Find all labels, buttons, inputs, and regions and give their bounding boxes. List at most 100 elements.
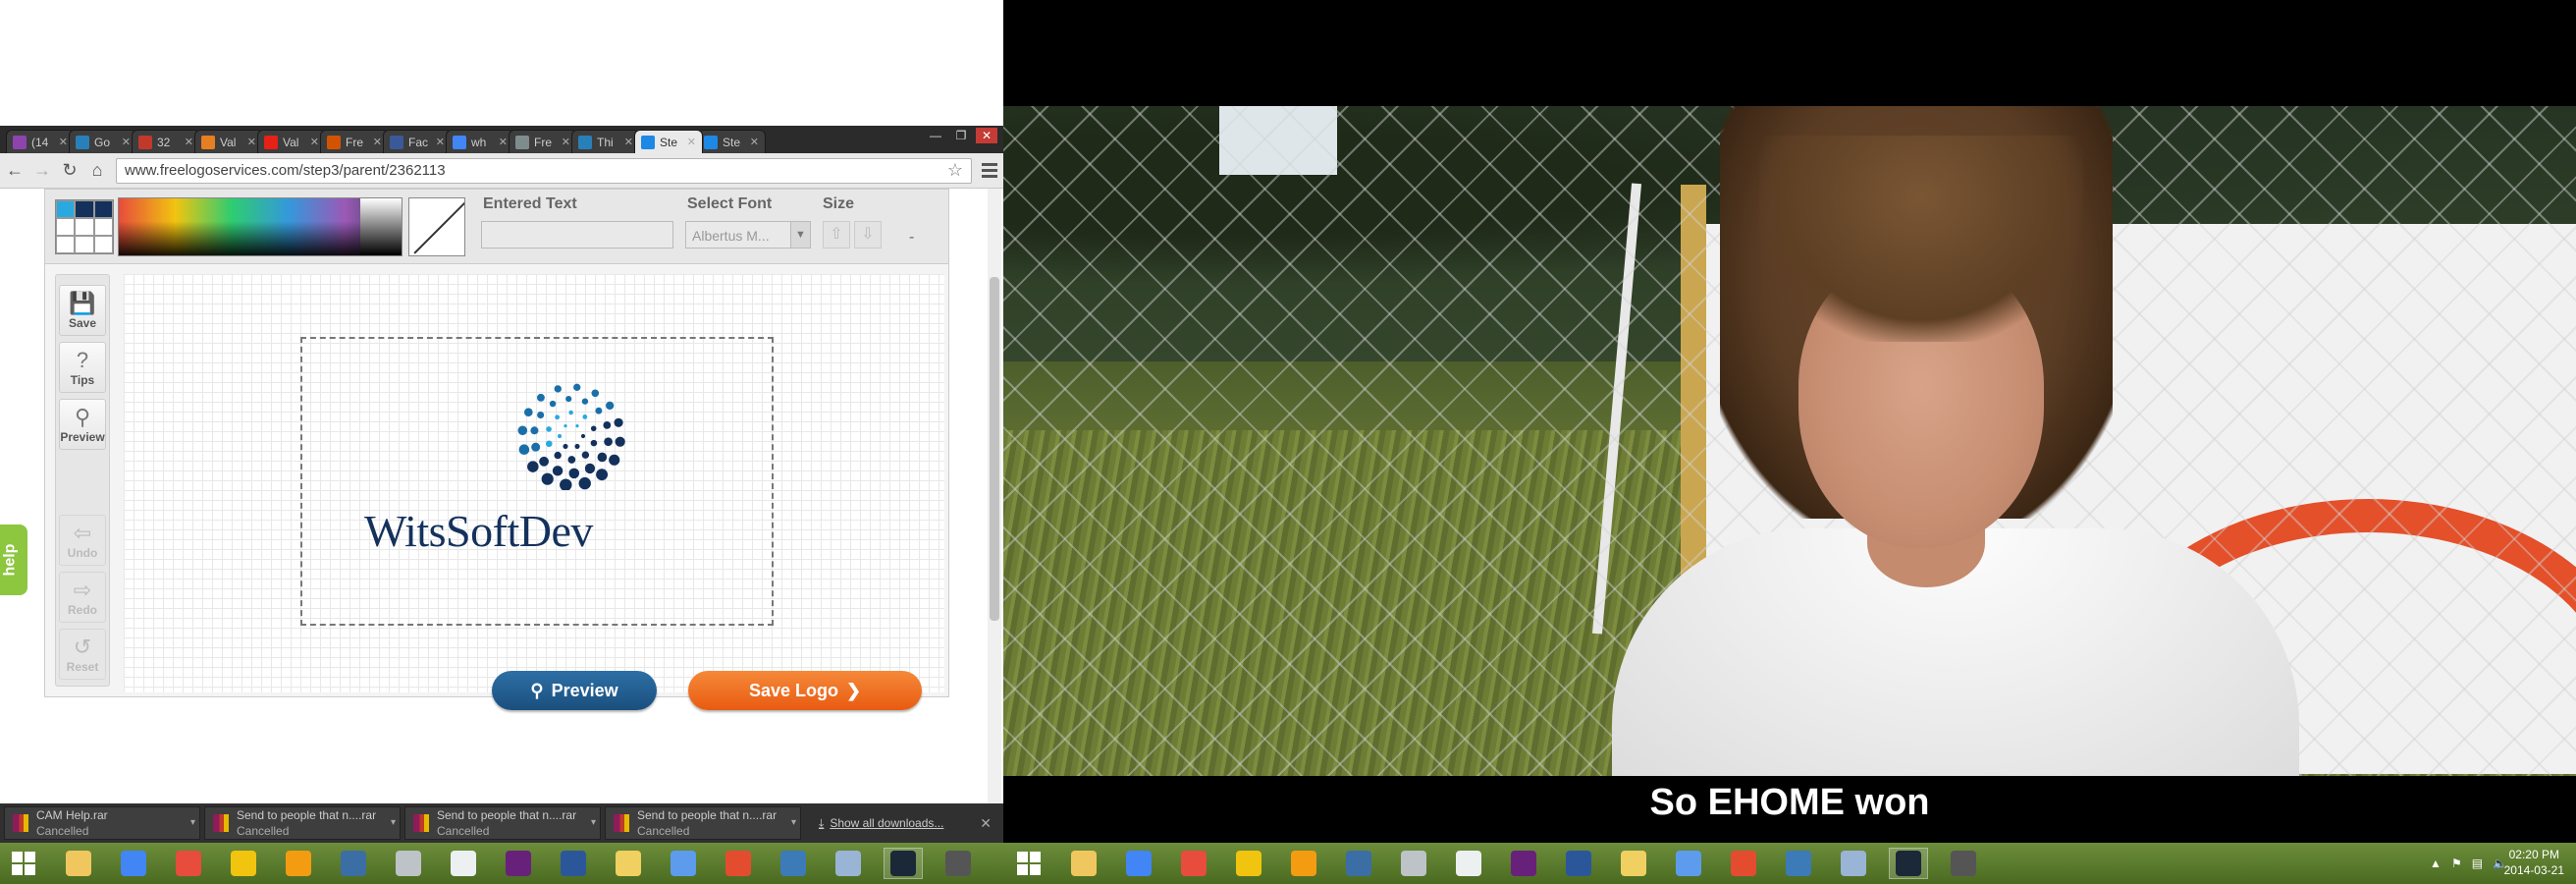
- chevron-down-icon[interactable]: ▾: [791, 817, 796, 828]
- remote-desktop-icon[interactable]: [774, 848, 813, 879]
- chevron-down-icon[interactable]: ▾: [391, 817, 396, 828]
- download-item[interactable]: Send to people that n....rar Cancelled ▾: [204, 806, 401, 840]
- bookmark-star-icon[interactable]: ☆: [947, 160, 963, 181]
- back-icon[interactable]: ←: [6, 160, 24, 181]
- media-player-icon[interactable]: [169, 848, 208, 879]
- scrollbar-thumb[interactable]: [990, 277, 999, 621]
- preview-tool-button[interactable]: ⚲ Preview: [59, 399, 106, 450]
- save-logo-button[interactable]: Save Logo ❯: [688, 671, 922, 710]
- tab-close-icon[interactable]: ✕: [562, 136, 570, 148]
- address-bar[interactable]: www.freelogoservices.com/step3/parent/23…: [116, 157, 972, 184]
- xbmc-icon[interactable]: [334, 848, 373, 879]
- download-item[interactable]: Send to people that n....rar Cancelled ▾: [605, 806, 801, 840]
- tab-close-icon[interactable]: ✕: [59, 136, 68, 148]
- browser-tab[interactable]: Fre ✕: [509, 130, 577, 153]
- git-icon[interactable]: [719, 848, 758, 879]
- restore-icon[interactable]: ❐: [950, 128, 972, 143]
- taskbar-clock[interactable]: 02:20 PM 2014-03-21: [2504, 847, 2564, 878]
- sticky-app-icon[interactable]: [1229, 848, 1268, 879]
- browser-tab[interactable]: Fac ✕: [383, 130, 452, 153]
- tab-close-icon[interactable]: ✕: [247, 136, 256, 148]
- close-icon[interactable]: ✕: [980, 815, 992, 832]
- visual-studio-icon[interactable]: [499, 848, 538, 879]
- browser-tab[interactable]: Fre ✕: [320, 130, 389, 153]
- sticky-app-icon[interactable]: [224, 848, 263, 879]
- media-player-icon[interactable]: [1174, 848, 1213, 879]
- color-swatch-grid[interactable]: [55, 199, 114, 254]
- video-player[interactable]: So EHOME won: [1003, 0, 2576, 843]
- save-tool-button[interactable]: 💾 Save: [59, 285, 106, 336]
- logo-text[interactable]: WitsSoftDev: [364, 505, 593, 557]
- tab-close-icon[interactable]: ✕: [436, 136, 445, 148]
- tab-close-icon[interactable]: ✕: [122, 136, 131, 148]
- notepad-icon[interactable]: [444, 848, 483, 879]
- help-tab[interactable]: help: [0, 525, 27, 595]
- browser-tab[interactable]: Val ✕: [194, 130, 263, 153]
- page-scrollbar[interactable]: [988, 189, 1001, 803]
- chevron-down-icon[interactable]: ▼: [790, 222, 810, 248]
- reload-icon[interactable]: ↻: [61, 160, 79, 181]
- browser-tab[interactable]: wh ✕: [446, 130, 514, 153]
- tab-close-icon[interactable]: ✕: [624, 136, 633, 148]
- tool-icon[interactable]: [1394, 848, 1433, 879]
- tab-close-icon[interactable]: ✕: [687, 136, 696, 148]
- entered-text-input[interactable]: [481, 221, 673, 249]
- xbmc-icon[interactable]: [1339, 848, 1378, 879]
- word-icon[interactable]: [554, 848, 593, 879]
- close-window-icon[interactable]: ✕: [976, 128, 997, 143]
- virtualbox-icon[interactable]: [829, 848, 868, 879]
- reset-tool-button[interactable]: ↺ Reset: [59, 629, 106, 680]
- undo-tool-button[interactable]: ⇦ Undo: [59, 515, 106, 566]
- size-down-button[interactable]: ⇩: [854, 221, 882, 249]
- tab-close-icon[interactable]: ✕: [373, 136, 382, 148]
- color-spectrum[interactable]: [118, 197, 402, 256]
- notepad-icon[interactable]: [1449, 848, 1488, 879]
- git-icon[interactable]: [1724, 848, 1763, 879]
- tab-close-icon[interactable]: ✕: [499, 136, 508, 148]
- chevron-down-icon[interactable]: ▾: [190, 817, 195, 828]
- show-all-downloads-link[interactable]: ⤓ Show all downloads...: [819, 816, 943, 831]
- flag-icon[interactable]: ⚑: [2451, 856, 2462, 870]
- tool-icon[interactable]: [389, 848, 428, 879]
- media-center-icon[interactable]: [1944, 848, 1983, 879]
- network-icon[interactable]: ▤: [2472, 856, 2483, 870]
- browser-tab[interactable]: Go ✕: [69, 130, 137, 153]
- tab-close-icon[interactable]: ✕: [310, 136, 319, 148]
- word-icon[interactable]: [1559, 848, 1598, 879]
- browser-tab[interactable]: Thi ✕: [571, 130, 640, 153]
- windows-start-icon[interactable]: [4, 848, 43, 879]
- browser-tab[interactable]: (14 ✕: [6, 130, 75, 153]
- minimize-icon[interactable]: —: [925, 128, 946, 143]
- browser-tab[interactable]: Ste ✕: [697, 130, 766, 153]
- vlc-icon[interactable]: [279, 848, 318, 879]
- folder-icon[interactable]: [609, 848, 648, 879]
- download-item[interactable]: CAM Help.rar Cancelled ▾: [4, 806, 200, 840]
- chrome-icon[interactable]: [1119, 848, 1158, 879]
- font-select[interactable]: Albertus M... ▼: [685, 221, 811, 249]
- vlc-icon[interactable]: [1284, 848, 1323, 879]
- tips-tool-button[interactable]: ? Tips: [59, 342, 106, 393]
- file-explorer-icon[interactable]: [1064, 848, 1103, 879]
- tab-close-icon[interactable]: ✕: [185, 136, 193, 148]
- tab-close-icon[interactable]: ✕: [750, 136, 759, 148]
- chrome-menu-icon[interactable]: [982, 163, 997, 178]
- no-color-swatch[interactable]: [408, 197, 465, 256]
- remote-desktop-icon[interactable]: [1779, 848, 1818, 879]
- virtualbox-icon[interactable]: [1834, 848, 1873, 879]
- tray-arrow-icon[interactable]: ▲: [2430, 856, 2442, 870]
- windows-start-icon[interactable]: [1009, 848, 1048, 879]
- download-item[interactable]: Send to people that n....rar Cancelled ▾: [404, 806, 601, 840]
- steam-icon[interactable]: [1889, 848, 1928, 879]
- design-canvas[interactable]: WitsSoftDev: [124, 274, 944, 692]
- browser-tab[interactable]: Val ✕: [257, 130, 326, 153]
- logo-symbol-icon[interactable]: [512, 382, 630, 490]
- media-center-icon[interactable]: [939, 848, 978, 879]
- steam-icon[interactable]: [884, 848, 923, 879]
- chevron-down-icon[interactable]: ▾: [591, 817, 596, 828]
- folder-icon[interactable]: [1614, 848, 1653, 879]
- network-icon[interactable]: [1669, 848, 1708, 879]
- address-url[interactable]: www.freelogoservices.com/step3/parent/23…: [125, 162, 941, 179]
- chrome-icon[interactable]: [114, 848, 153, 879]
- size-up-button[interactable]: ⇧: [823, 221, 850, 249]
- preview-button[interactable]: ⚲ Preview: [492, 671, 657, 710]
